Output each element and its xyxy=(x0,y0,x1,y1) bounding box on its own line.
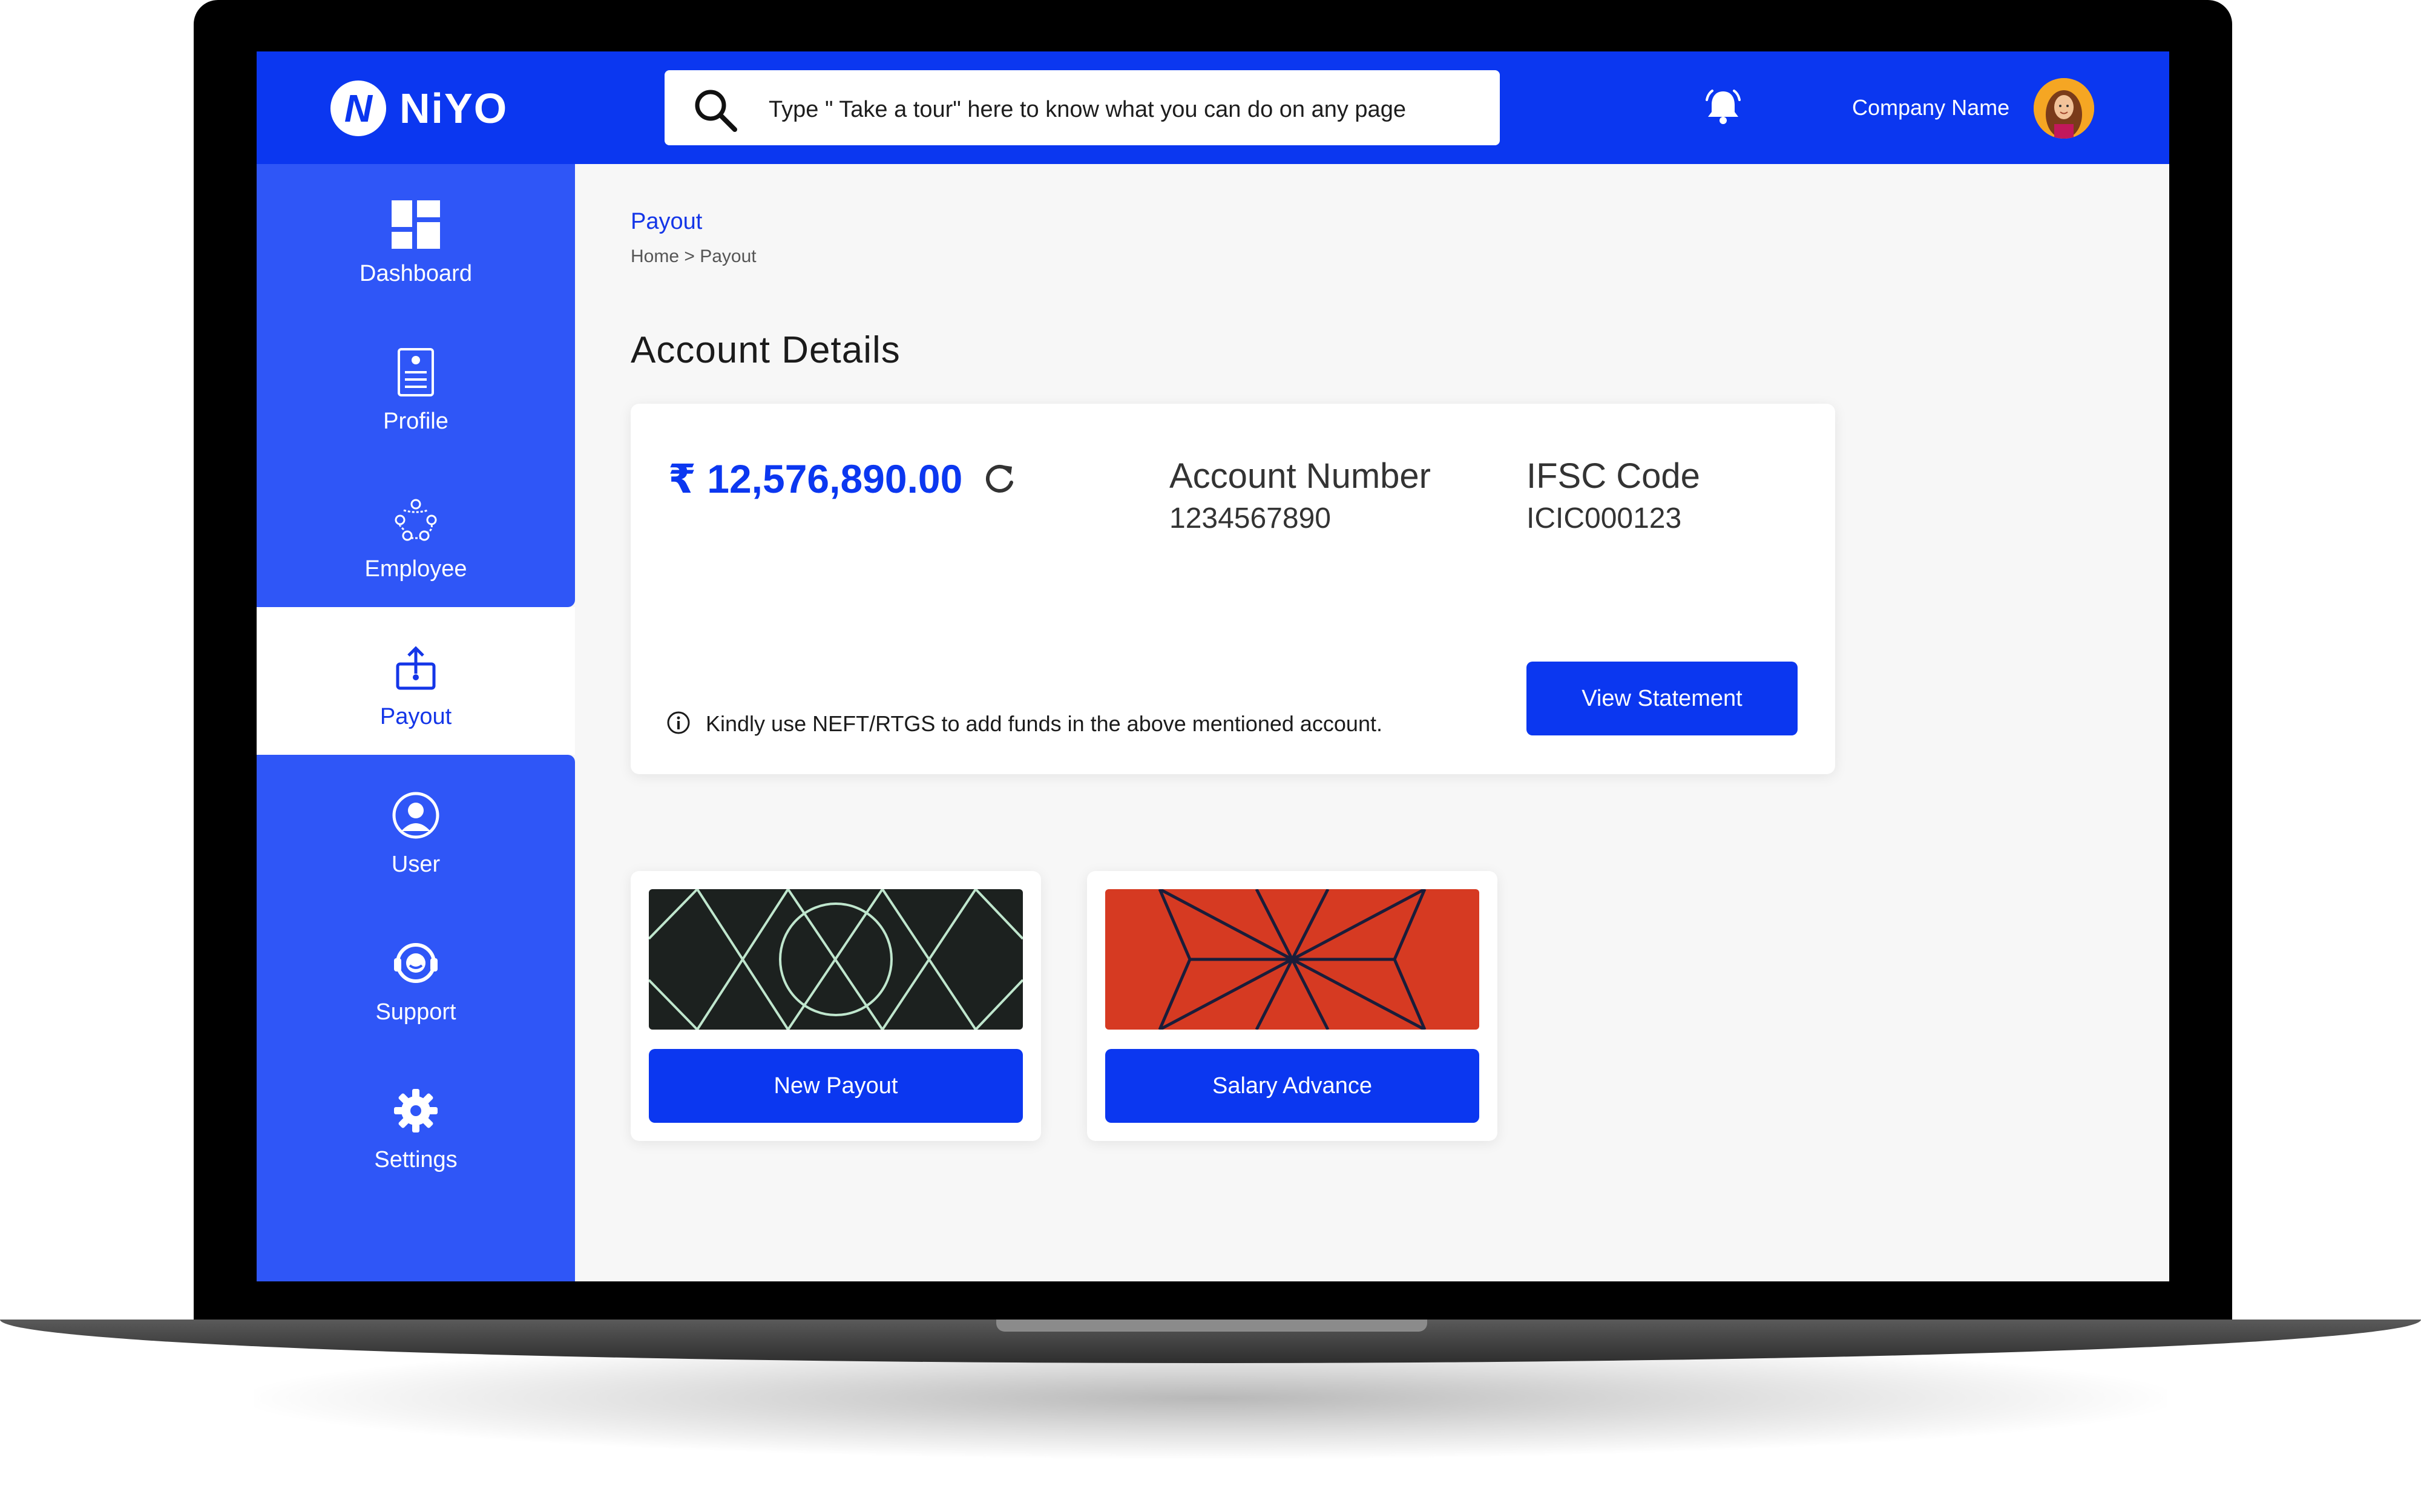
info-icon xyxy=(667,711,690,734)
salary-advance-pattern xyxy=(1105,889,1479,1030)
account-number-label: Account Number xyxy=(1169,456,1431,496)
sidebar-item-dashboard[interactable]: Dashboard xyxy=(257,164,575,312)
headset-icon xyxy=(394,943,438,983)
sidebar-item-label: Dashboard xyxy=(360,261,472,286)
refresh-icon[interactable] xyxy=(981,461,1018,498)
main-content: Payout Home > Payout Account Details ₹ 1… xyxy=(575,164,2169,1281)
gear-icon xyxy=(394,1089,438,1132)
sidebar-item-label: Support xyxy=(375,999,456,1025)
search-bar[interactable]: Type " Take a tour" here to know what yo… xyxy=(665,70,1500,145)
logo-mark: N xyxy=(330,81,386,136)
salary-advance-button[interactable]: Salary Advance xyxy=(1105,1049,1479,1123)
sidebar-item-support[interactable]: Support xyxy=(257,902,575,1050)
salary-advance-card: Salary Advance xyxy=(1087,871,1497,1141)
profile-document-icon xyxy=(398,348,434,396)
sidebar-item-label: Settings xyxy=(374,1147,458,1172)
logo-text: NiYO xyxy=(399,85,508,132)
laptop-notch xyxy=(996,1320,1427,1332)
funding-info-text: Kindly use NEFT/RTGS to add funds in the… xyxy=(706,711,1382,736)
account-number-value: 1234567890 xyxy=(1169,502,1331,534)
sidebar-item-payout[interactable]: Payout xyxy=(257,607,575,755)
dashboard-icon xyxy=(392,200,440,249)
account-balance: ₹ 12,576,890.00 xyxy=(668,456,963,501)
avatar-illustration xyxy=(2034,78,2094,139)
new-payout-button[interactable]: New Payout xyxy=(649,1049,1023,1123)
ifsc-label: IFSC Code xyxy=(1526,456,1700,496)
view-statement-button[interactable]: View Statement xyxy=(1526,662,1798,735)
sidebar-item-label: Profile xyxy=(383,409,448,434)
payout-box-icon xyxy=(396,646,436,690)
sidebar-item-label: Payout xyxy=(379,704,452,729)
search-input[interactable]: Type " Take a tour" here to know what yo… xyxy=(769,97,1406,123)
search-icon xyxy=(695,90,737,132)
account-details-card: ₹ 12,576,890.00 Account Number 123456789… xyxy=(631,404,1835,774)
niyo-logo[interactable]: N NiYO xyxy=(330,81,508,136)
section-title: Account Details xyxy=(631,329,901,371)
app-screen: N NiYO Type " Take a tour" here to know … xyxy=(257,51,2169,1281)
ifsc-value: ICIC000123 xyxy=(1526,502,1682,534)
company-name[interactable]: Company Name xyxy=(1852,95,2009,120)
sidebar-item-employee[interactable]: Employee xyxy=(257,459,575,607)
sidebar-item-label: User xyxy=(391,852,441,877)
new-payout-card: New Payout xyxy=(631,871,1041,1141)
new-payout-pattern xyxy=(649,889,1023,1030)
sidebar-item-settings[interactable]: Settings xyxy=(257,1050,575,1281)
bell-icon[interactable] xyxy=(1702,85,1744,128)
sidebar-item-profile[interactable]: Profile xyxy=(257,312,575,459)
breadcrumb[interactable]: Home > Payout xyxy=(631,246,757,267)
employee-network-icon xyxy=(395,499,437,541)
page-title: Payout xyxy=(631,209,703,234)
user-circle-icon xyxy=(392,792,439,839)
sidebar-item-label: Employee xyxy=(364,556,467,582)
user-avatar[interactable] xyxy=(2034,78,2094,139)
top-bar: N NiYO Type " Take a tour" here to know … xyxy=(257,51,2169,164)
sidebar-item-user[interactable]: User xyxy=(257,755,575,902)
sidebar: Dashboard Profile Employee Payout User S… xyxy=(257,164,575,1281)
